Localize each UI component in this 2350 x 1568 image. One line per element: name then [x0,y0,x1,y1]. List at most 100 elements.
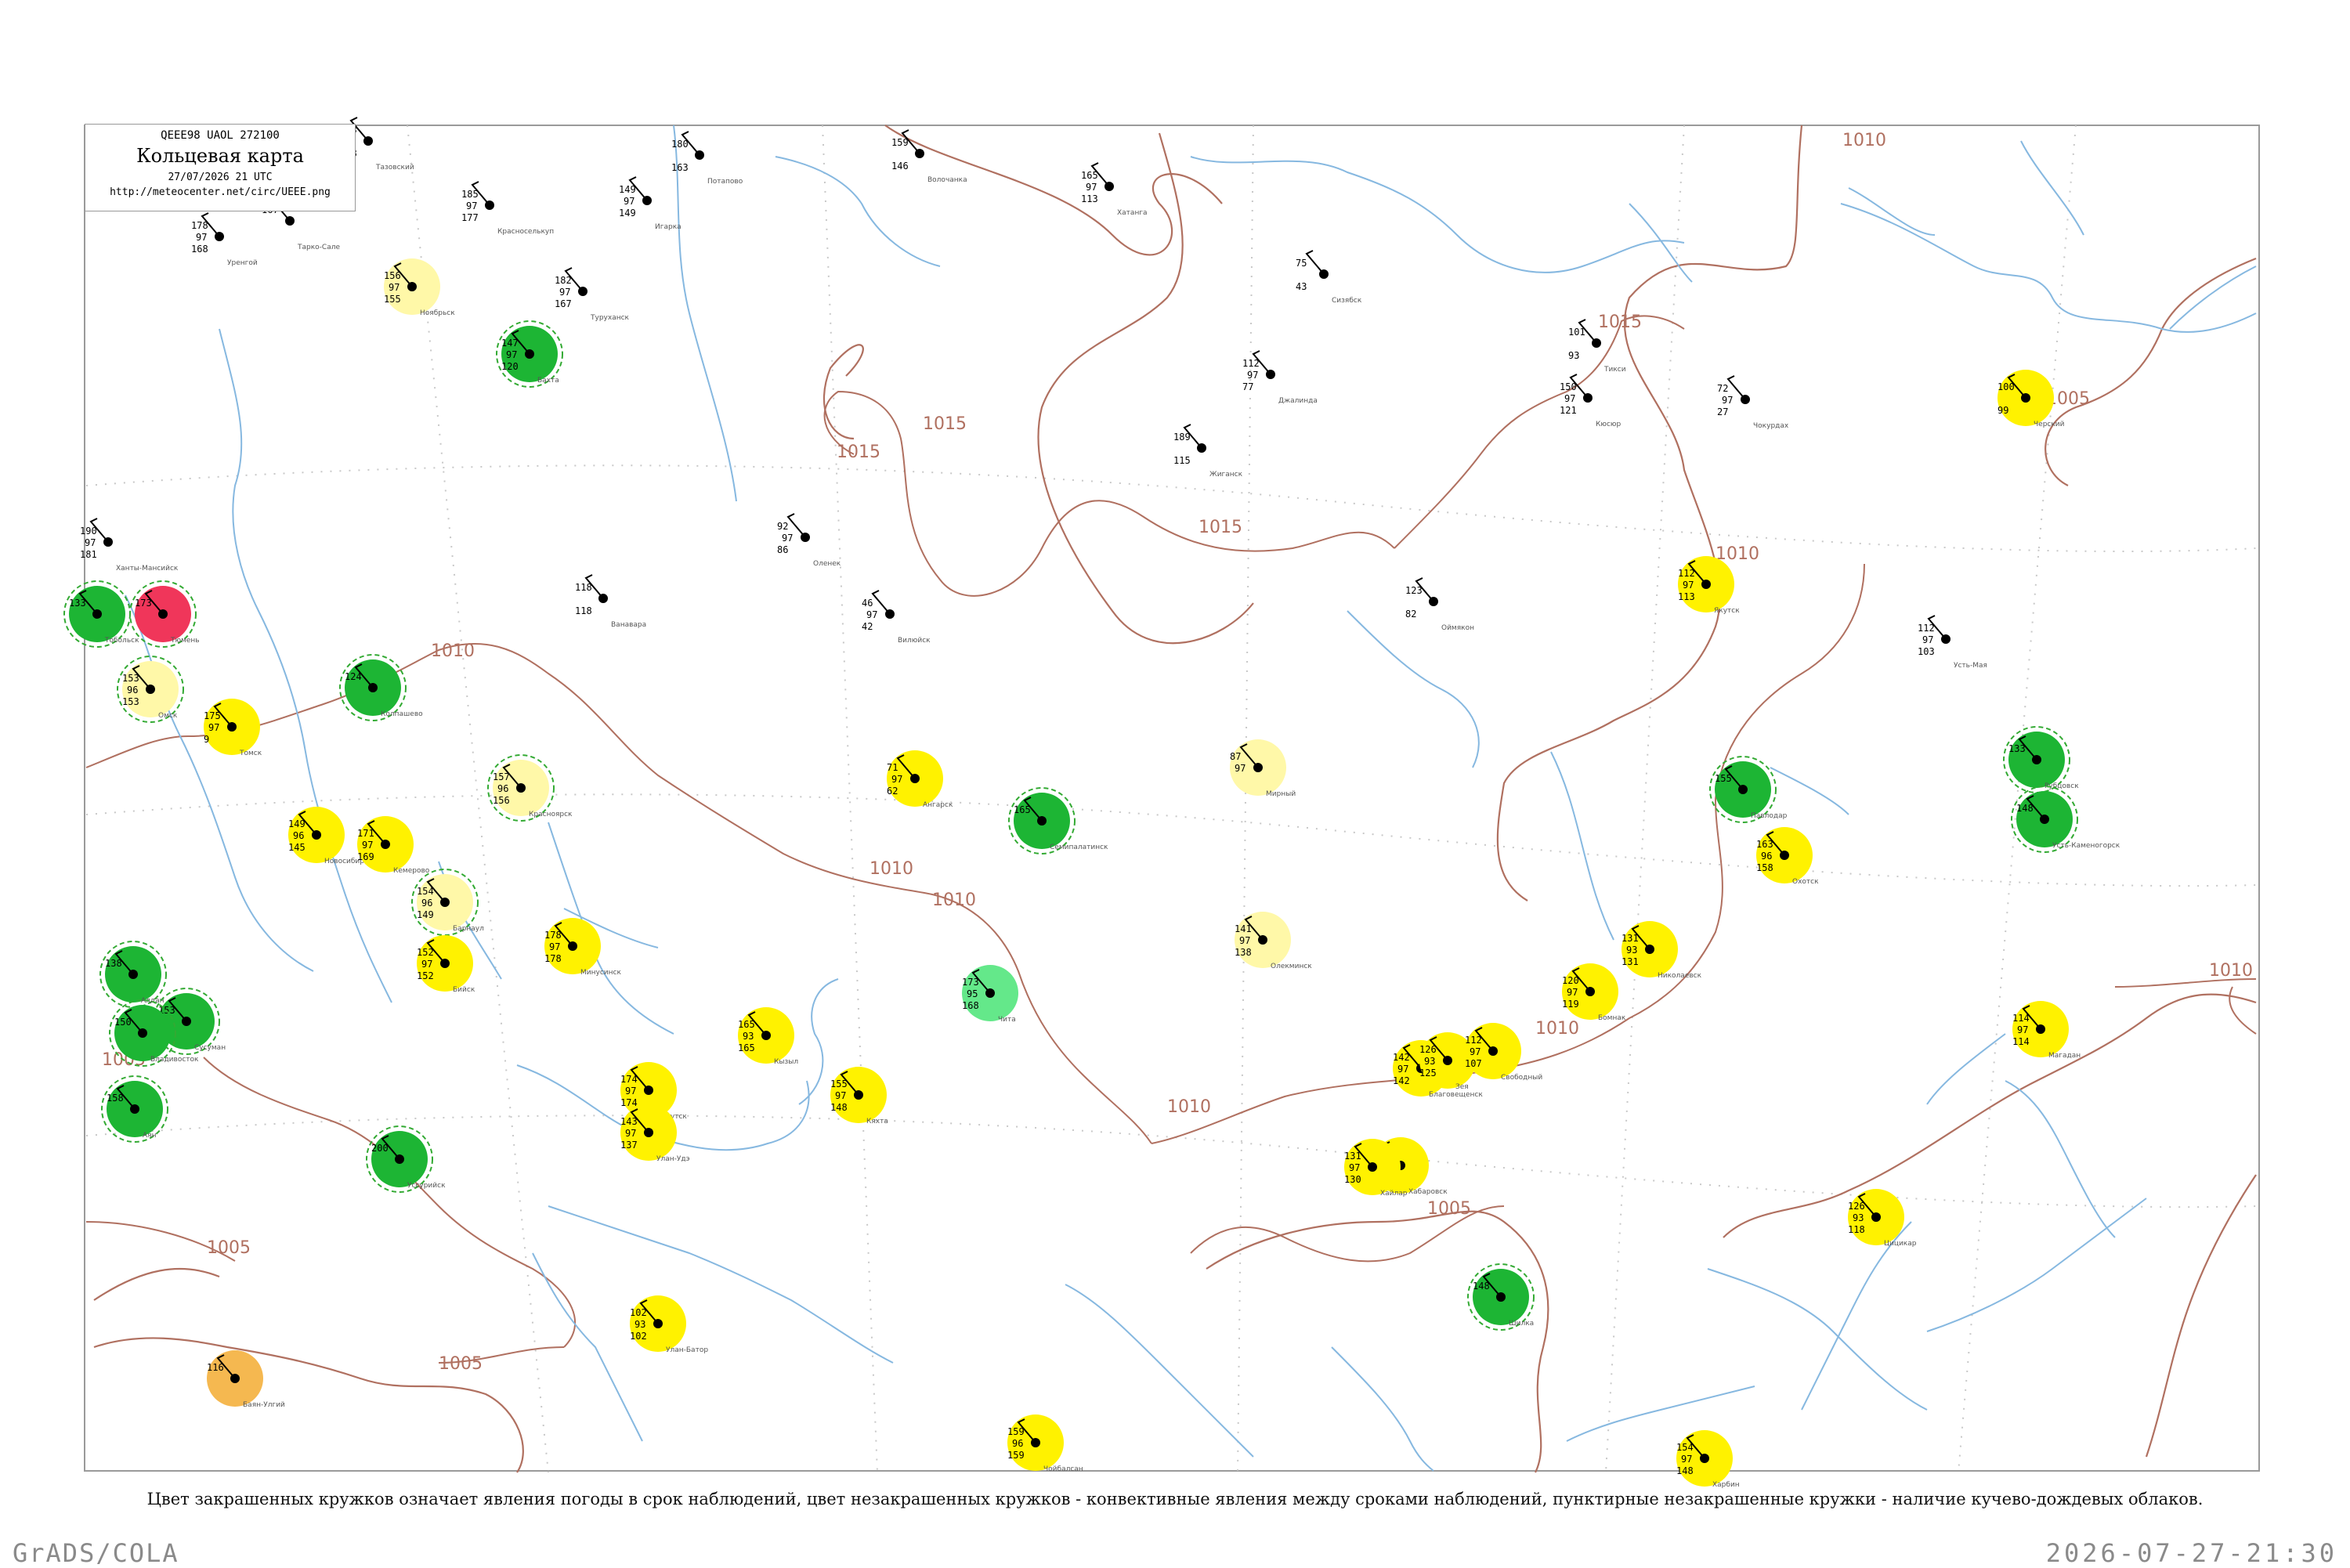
isobar-label-1015: 1015 [1198,518,1242,537]
station-name: Тикси [1603,366,1626,374]
station-temperature: 97 [782,533,793,544]
station-dewpoint: 9 [204,734,209,745]
station-dewpoint: 169 [357,851,374,862]
station-dewpoint: 77 [1242,381,1253,392]
station-name: Цицикар [1884,1240,1917,1248]
station-name: Якутск [1714,607,1740,615]
station-pressure: 123 [1405,585,1423,596]
station-name: Улан-Батор [666,1346,708,1354]
station-name: Усть-Мая [1954,662,1987,670]
station-pressure: 154 [417,886,434,897]
station-name: Хайлар [1380,1190,1408,1198]
station-temperature: 97 [625,1086,636,1097]
station-temperature: 96 [127,685,138,695]
station-name: Чокурдах [1753,422,1789,430]
station-pressure: 152 [417,947,434,958]
grads-credit: GrADS/COLA [13,1538,179,1568]
station-dewpoint: 130 [1344,1174,1361,1185]
station-pressure: 46 [862,598,873,609]
bulletin-code: QEEE98 UAOL 272100 [161,129,280,142]
station-name: Тазовский [375,164,414,172]
station-dewpoint: 148 [830,1102,848,1113]
station-temperature: 97 [1235,763,1246,774]
station-name: Тарко-Сале [297,244,340,251]
station-pressure: 131 [1622,933,1639,944]
station-name: Николаевск [1658,972,1702,980]
station-name: Кяхта [866,1118,888,1125]
station-pressure: 101 [1568,327,1585,338]
station-pressure: 165 [1081,170,1098,181]
station-name: Сусуман [194,1044,226,1052]
station-name: Аян [143,1132,157,1140]
station-name: Кемерово [393,867,430,875]
station-temperature: 97 [624,196,634,207]
station-temperature: 97 [1922,634,1933,645]
isobar-label-1010: 1010 [1167,1097,1211,1117]
station-temperature: 93 [1424,1056,1435,1067]
isobar-label-1005: 1005 [439,1354,483,1374]
station-pressure: 171 [357,828,374,839]
station-name: Ханты-Мансийск [116,565,179,573]
map-date: 27/07/2026 21 UTC [168,172,273,183]
station-name: Зея [1455,1083,1469,1091]
station-name: Оленек [813,560,841,568]
station-pressure: 163 [1756,839,1773,850]
weather-map: 1015 1015 1015 1015 1010 1010 1010 1010 … [0,0,2350,1566]
station-pressure: 87 [1230,751,1241,762]
station-name: Благовещенск [1429,1091,1483,1099]
station-name: Олекминск [1271,963,1312,970]
station-temperature: 97 [559,287,570,298]
station-pressure: 112 [1678,568,1695,579]
station-pressure: 180 [671,139,689,150]
station-temperature: 97 [1239,935,1250,946]
station-temperature: 97 [891,774,902,785]
station-name: Ноябрьск [420,309,455,317]
station-pressure: 141 [1235,923,1252,934]
station-dewpoint: 146 [891,161,909,172]
station-dewpoint: 156 [493,795,510,806]
station-name: Уссурийск [407,1182,446,1190]
station-pressure: 126 [1419,1044,1437,1055]
station-temperature: 97 [85,537,96,548]
station-name: Кызыл [774,1058,798,1066]
station-pressure: 178 [191,220,208,231]
station-pressure: 189 [1173,432,1191,443]
station-name: Владивосток [150,1056,199,1064]
station-pressure: 158 [107,1093,124,1104]
station-dewpoint: 153 [122,696,139,707]
station-temperature: 97 [362,840,373,851]
station-pressure: 200 [371,1143,389,1154]
station-pressure: 112 [1242,358,1260,369]
station-name: Усть-Каменогорск [2052,842,2120,850]
station-dewpoint: 167 [555,298,572,309]
station-name: Минусинск [580,969,621,977]
station-dewpoint: 113 [1081,193,1098,204]
isobar-label-1010: 1010 [1842,131,1886,150]
station-name: Сизябск [1332,297,1362,305]
station-pressure: 153 [122,673,139,684]
station-pressure: 120 [1562,975,1579,986]
station-name: Джалинда [1278,397,1318,405]
station-temperature: 97 [549,941,560,952]
station-pressure: 124 [345,671,362,682]
isobar-label-1015: 1015 [1598,313,1642,332]
station-name: Хатанга [1117,209,1148,217]
station-pressure: 142 [1393,1052,1410,1063]
station-dewpoint: 118 [575,605,592,616]
station-temperature: 96 [497,783,508,794]
station-pressure: 143 [620,1116,638,1127]
station-temperature: 93 [743,1031,754,1042]
station-temperature: 93 [1853,1212,1864,1223]
station-name: Омск [158,712,178,720]
station-dewpoint: 93 [1568,350,1579,361]
station-dewpoint: 118 [1848,1224,1865,1235]
isobar-label-1005: 1005 [1427,1199,1471,1219]
station-pressure: 178 [544,930,562,941]
station-name: Тюмень [170,637,200,645]
station-dewpoint: 125 [1419,1068,1437,1078]
station-dewpoint: 62 [887,786,898,797]
station-dewpoint: 163 [671,162,689,173]
station-name: Мирный [1266,790,1296,798]
station-pressure: 126 [1848,1201,1865,1212]
station-pressure: 149 [619,184,636,195]
